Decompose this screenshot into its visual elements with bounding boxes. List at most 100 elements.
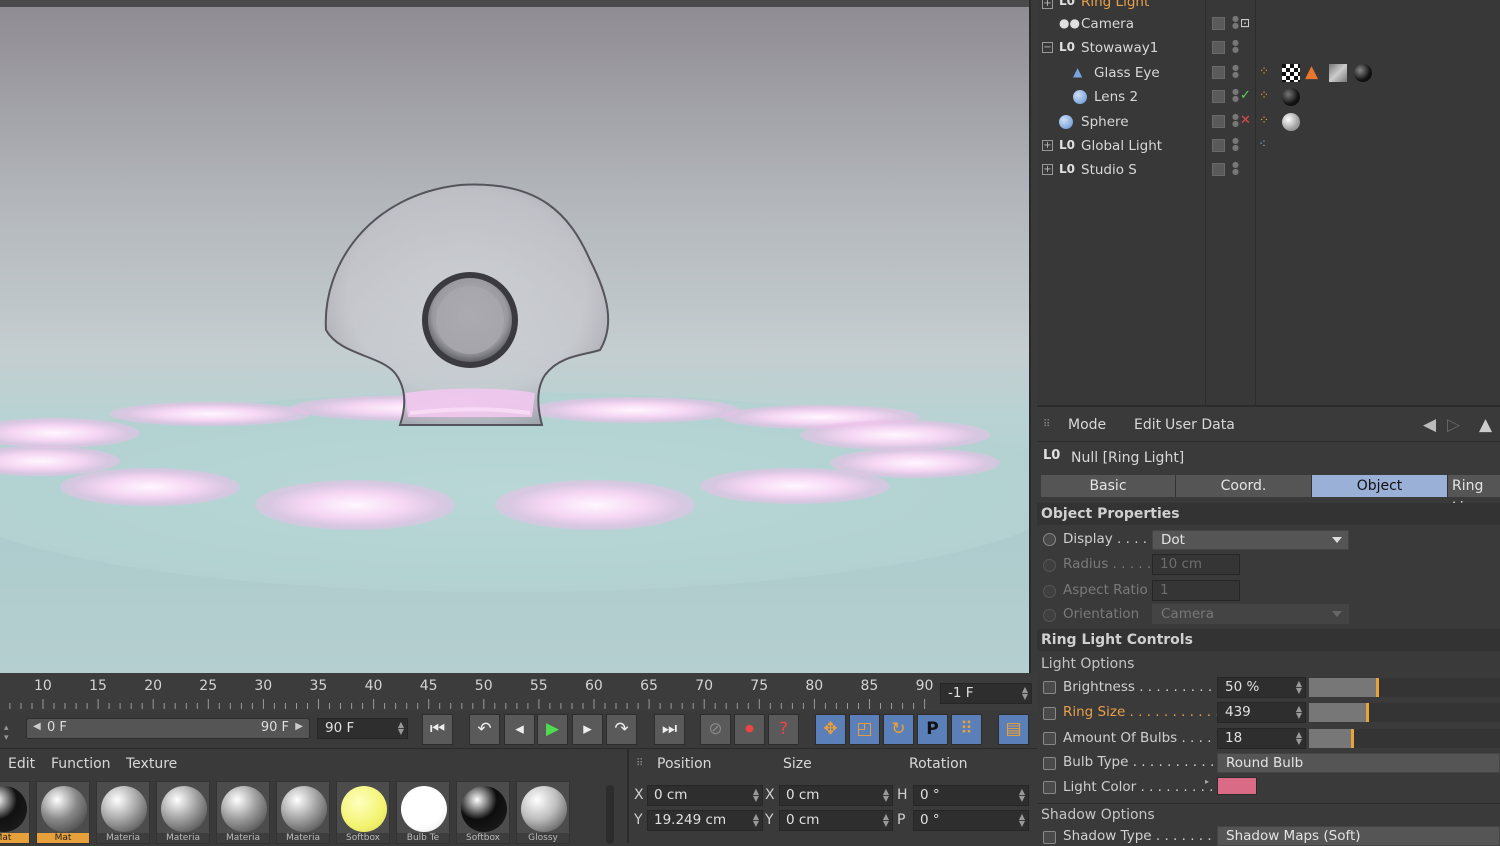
stepper-arrows-icon[interactable]: ▲ ▼	[753, 788, 759, 803]
animate-radio-icon[interactable]	[1043, 533, 1056, 546]
material-swatch[interactable]: Mat	[36, 781, 90, 844]
display-dropdown[interactable]: Dot	[1152, 530, 1349, 550]
material-swatch[interactable]: Materia	[156, 781, 210, 844]
render-visibility-dots[interactable]: ● ●	[1232, 113, 1239, 128]
timeline-ruler[interactable]: 10 15 20 25 30 35 40 45 50 55 60 65 70 75 80 85 90 -1 F …	[0, 673, 1037, 711]
menu-mode[interactable]: Mode	[1068, 417, 1106, 433]
grip-icon[interactable]: ⠿	[1043, 419, 1050, 430]
object-name[interactable]: Stowaway1	[1081, 40, 1158, 56]
next-keyframe-button[interactable]: ↷	[606, 714, 637, 745]
material-swatch[interactable]: Softbox	[456, 781, 510, 844]
size-y-field[interactable]: 0 cm ▲ ▼	[779, 810, 893, 831]
material-swatch[interactable]: Mat	[0, 781, 30, 844]
object-row-sphere[interactable]: Sphere ● ● ✕ ⁘	[1037, 110, 1500, 134]
stepper-arrows-icon[interactable]: ▲ ▼	[1296, 705, 1302, 720]
current-frame-field[interactable]: -1 F ▲ ▼	[940, 683, 1032, 704]
up-arrow-icon[interactable]: ▲	[1479, 415, 1492, 435]
object-name[interactable]: Glass Eye	[1094, 65, 1160, 81]
menu-function[interactable]: Function	[51, 756, 111, 772]
object-name[interactable]: Studio S	[1081, 162, 1137, 178]
keyframe-icon[interactable]	[1043, 707, 1056, 720]
stepper-arrows-icon[interactable]: ▲ ▼	[398, 721, 404, 736]
check-icon[interactable]: ✓	[1240, 88, 1251, 103]
stepper-arrows-icon[interactable]: ▲ ▼	[1296, 680, 1302, 695]
tab-basic[interactable]: Basic	[1041, 475, 1176, 497]
position-x-field[interactable]: 0 cm ▲ ▼	[647, 785, 763, 806]
object-name[interactable]: Global Light	[1081, 138, 1162, 154]
object-row-lens-2[interactable]: Lens 2 ● ● ✓ ⁘	[1037, 85, 1500, 109]
grip-icon[interactable]: ⠿	[636, 758, 643, 769]
material-swatch[interactable]: Materia	[276, 781, 330, 844]
range-left-arrow-icon[interactable]: ◀	[33, 721, 41, 732]
object-name[interactable]: Ring Light	[1081, 0, 1149, 10]
tab-ring-light[interactable]: Ring Lig	[1448, 475, 1500, 516]
collapse-icon[interactable]: −	[1042, 42, 1053, 53]
stepper-arrows-icon[interactable]: ▲ ▼	[883, 813, 889, 828]
visibility-toggle[interactable]	[1212, 115, 1225, 128]
render-visibility-dots[interactable]: ● ●	[1232, 161, 1239, 176]
amount-of-bulbs-field[interactable]: 18 ▲ ▼	[1217, 728, 1306, 749]
visibility-toggle[interactable]	[1212, 90, 1225, 103]
ring-size-field[interactable]: 439 ▲ ▼	[1217, 702, 1306, 723]
end-frame-field[interactable]: 90 F ▲ ▼	[317, 718, 408, 739]
go-to-end-button[interactable]: ⏭	[654, 714, 685, 745]
material-tag-icon[interactable]	[1329, 64, 1347, 82]
keyframe-icon[interactable]	[1043, 781, 1056, 794]
material-swatch[interactable]: Materia	[216, 781, 270, 844]
rotate-tool-button[interactable]: ↻	[883, 714, 914, 745]
next-frame-button[interactable]: ▸	[572, 714, 603, 745]
material-tag-icon[interactable]	[1282, 88, 1300, 106]
material-swatch[interactable]: Bulb Te	[396, 781, 450, 844]
previous-keyframe-button[interactable]: ↶	[469, 714, 500, 745]
render-visibility-dots[interactable]: ● ●	[1232, 88, 1239, 103]
menu-texture[interactable]: Texture	[126, 756, 177, 772]
record-disabled-button[interactable]: ⊘	[700, 714, 731, 745]
keyframe-icon[interactable]	[1043, 732, 1056, 745]
object-row-stowaway1[interactable]: − L0 Stowaway1 ● ●	[1037, 36, 1500, 60]
render-visibility-dots[interactable]: ● ●	[1232, 39, 1239, 54]
render-visibility-dots[interactable]: ● ●	[1232, 15, 1239, 30]
brightness-slider[interactable]	[1309, 678, 1500, 697]
phong-tag-icon[interactable]: ⁘	[1259, 64, 1269, 78]
frame-range-slider[interactable]: ◀ 0 F 90 F ▶	[26, 718, 310, 739]
slider-handle[interactable]	[1376, 678, 1379, 697]
phong-tag-icon[interactable]: ⁘	[1259, 88, 1269, 102]
autokeying-button[interactable]: ?	[768, 714, 799, 745]
parameter-key-button[interactable]: P	[917, 714, 948, 745]
object-row-camera[interactable]: ●● Camera ● ● ⊡	[1037, 12, 1500, 36]
checker-texture-tag-icon[interactable]	[1282, 64, 1300, 82]
keyframe-icon[interactable]	[1043, 681, 1056, 694]
shadow-type-dropdown[interactable]: Shadow Maps (Soft)	[1217, 826, 1500, 846]
3d-viewport[interactable]	[0, 0, 1031, 673]
record-active-objects-button[interactable]: ⏺	[734, 714, 765, 745]
stepper-arrows-icon[interactable]: ▲ ▼	[1019, 813, 1025, 828]
ring-size-slider[interactable]	[1309, 703, 1500, 722]
slider-handle[interactable]	[1366, 703, 1369, 722]
disabled-x-icon[interactable]: ✕	[1240, 113, 1251, 128]
material-swatch[interactable]: Softbox	[336, 781, 390, 844]
material-scrollbar[interactable]	[606, 785, 614, 844]
render-visibility-dots[interactable]: ● ●	[1232, 64, 1239, 79]
expand-icon[interactable]: +	[1042, 164, 1053, 175]
point-level-button[interactable]: ⠿	[951, 714, 982, 745]
render-visibility-dots[interactable]: ● ●	[1232, 137, 1239, 152]
forward-arrow-icon[interactable]: ▷	[1447, 415, 1460, 435]
visibility-toggle[interactable]	[1212, 17, 1225, 30]
keyframe-icon[interactable]	[1043, 757, 1056, 770]
stepper-arrows-icon[interactable]: ▲ ▼	[883, 788, 889, 803]
stepper-arrows-icon[interactable]: ▲ ▼	[1296, 731, 1302, 746]
tab-coord[interactable]: Coord.	[1176, 475, 1312, 497]
light-color-swatch[interactable]	[1217, 777, 1257, 795]
stepper-arrows-icon[interactable]: ▲ ▼	[1022, 686, 1028, 701]
scale-tool-button[interactable]: ◰	[849, 714, 880, 745]
menu-edit[interactable]: Edit	[1134, 417, 1161, 433]
amount-of-bulbs-slider[interactable]	[1309, 729, 1500, 748]
visibility-toggle[interactable]	[1212, 139, 1225, 152]
menu-user-data[interactable]: User Data	[1165, 417, 1235, 433]
brightness-field[interactable]: 50 % ▲ ▼	[1217, 677, 1306, 698]
rotation-h-field[interactable]: 0 ° ▲ ▼	[913, 785, 1029, 806]
go-to-start-button[interactable]: ⏮	[422, 714, 453, 745]
position-y-field[interactable]: 19.249 cm ▲ ▼	[647, 810, 763, 831]
previous-frame-button[interactable]: ◂	[504, 714, 535, 745]
object-name[interactable]: Camera	[1081, 16, 1134, 32]
